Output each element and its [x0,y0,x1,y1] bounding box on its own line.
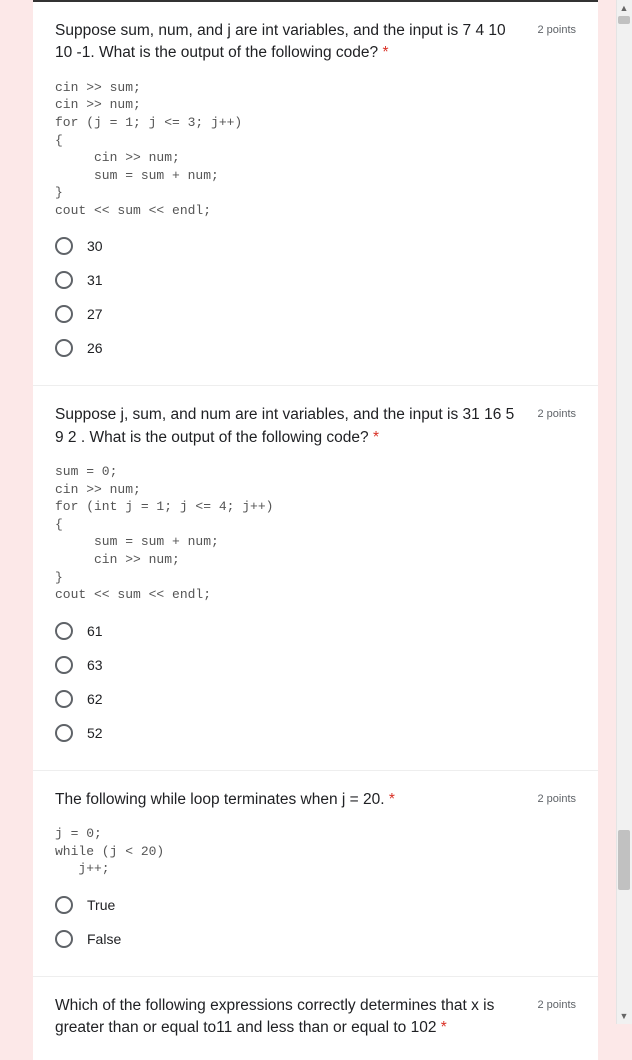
radio-option[interactable]: False [55,922,576,956]
scroll-up-icon[interactable]: ▲ [616,0,632,16]
scrollbar[interactable]: ▲ ▼ [616,0,632,1024]
option-group: 61 63 62 52 [55,614,576,750]
option-label: 62 [87,691,103,707]
points-label: 2 points [537,404,576,420]
form-page: Suppose sum, num, and j are int variable… [33,2,598,1060]
points-label: 2 points [537,20,576,36]
question-block: Suppose j, sum, and num are int variable… [33,386,598,770]
radio-icon [55,930,73,948]
radio-option[interactable]: 26 [55,331,576,365]
radio-icon [55,656,73,674]
code-block: sum = 0; cin >> num; for (int j = 1; j <… [55,463,576,603]
option-label: 61 [87,623,103,639]
option-label: True [87,897,115,913]
option-group: 30 31 27 26 [55,229,576,365]
question-block: The following while loop terminates when… [33,771,598,977]
radio-option[interactable]: 61 [55,614,576,648]
required-marker: * [373,429,379,446]
option-label: 52 [87,725,103,741]
question-text: Suppose j, sum, and num are int variable… [55,404,525,449]
radio-option[interactable]: 27 [55,297,576,331]
option-label: 63 [87,657,103,673]
option-label: 26 [87,340,103,356]
option-label: 31 [87,272,103,288]
question-text: The following while loop terminates when… [55,789,525,811]
points-label: 2 points [537,789,576,805]
radio-icon [55,724,73,742]
question-text: Which of the following expressions corre… [55,995,525,1040]
radio-option[interactable]: True [55,888,576,922]
radio-icon [55,237,73,255]
radio-option[interactable]: 31 [55,263,576,297]
question-text: Suppose sum, num, and j are int variable… [55,20,525,65]
required-marker: * [382,44,388,61]
code-block: cin >> sum; cin >> num; for (j = 1; j <=… [55,79,576,219]
scroll-thumb[interactable] [618,16,630,24]
scroll-thumb[interactable] [618,830,630,890]
required-marker: * [389,791,395,808]
option-label: False [87,931,121,947]
radio-icon [55,305,73,323]
radio-option[interactable]: 62 [55,682,576,716]
radio-option[interactable]: 52 [55,716,576,750]
radio-option[interactable]: 63 [55,648,576,682]
radio-icon [55,339,73,357]
radio-option[interactable]: 30 [55,229,576,263]
points-label: 2 points [537,995,576,1011]
radio-icon [55,896,73,914]
option-label: 27 [87,306,103,322]
option-group: True False [55,888,576,956]
radio-icon [55,271,73,289]
code-block: j = 0; while (j < 20) j++; [55,825,576,878]
radio-icon [55,690,73,708]
option-label: 30 [87,238,103,254]
radio-icon [55,622,73,640]
required-marker: * [441,1019,447,1036]
scroll-down-icon[interactable]: ▼ [616,1008,632,1024]
question-block: Which of the following expressions corre… [33,977,598,1060]
question-block: Suppose sum, num, and j are int variable… [33,2,598,386]
